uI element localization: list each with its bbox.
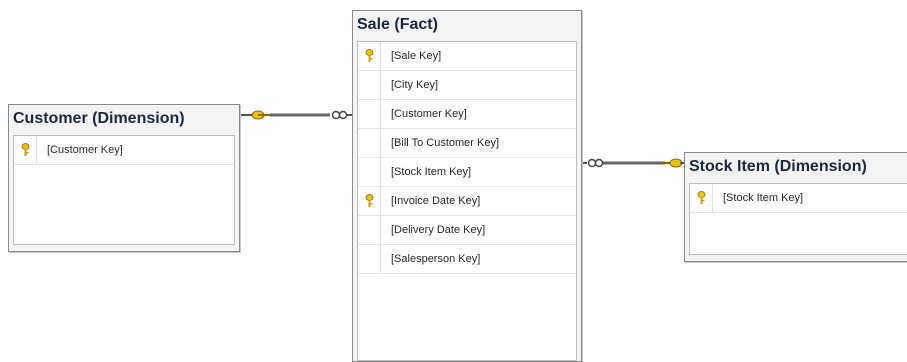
- column-name: [Invoice Date Key]: [391, 195, 481, 207]
- primary-key-icon: [358, 42, 381, 70]
- column-name: [Salesperson Key]: [391, 253, 481, 265]
- column-name: [Stock Item Key]: [391, 166, 472, 178]
- column-row[interactable]: [Sale Key]: [358, 42, 576, 71]
- column-row[interactable]: [Customer Key]: [358, 100, 576, 129]
- table-title: Customer (Dimension): [13, 110, 185, 127]
- column-list: [Customer Key]: [13, 135, 235, 245]
- column-name: [City Key]: [391, 79, 439, 91]
- table-sale-fact[interactable]: Sale (Fact) [Sale Key] [City Key] [Custo…: [352, 10, 582, 362]
- column-list: [Sale Key] [City Key] [Customer Key] [Bi…: [357, 41, 577, 361]
- table-title: Stock Item (Dimension): [689, 158, 867, 175]
- column-row[interactable]: [Customer Key]: [14, 136, 234, 165]
- column-list: [Stock Item Key]: [689, 183, 907, 255]
- column-name: [Sale Key]: [391, 50, 442, 62]
- diagram-canvas: Customer (Dimension) [Customer Key] Sale…: [0, 0, 907, 362]
- one-end-key-icon: [662, 158, 683, 168]
- column-row[interactable]: [Invoice Date Key]: [358, 187, 576, 216]
- row-gutter: [358, 158, 381, 186]
- column-name: [Stock Item Key]: [723, 192, 804, 204]
- column-name: [Delivery Date Key]: [391, 224, 486, 236]
- primary-key-icon: [14, 136, 37, 164]
- column-name: [Customer Key]: [391, 108, 467, 120]
- column-row[interactable]: [Stock Item Key]: [690, 184, 907, 213]
- relationship-sale-stock-item[interactable]: [580, 158, 684, 168]
- column-name: [Customer Key]: [47, 144, 123, 156]
- column-row[interactable]: [Stock Item Key]: [358, 158, 576, 187]
- table-title: Sale (Fact): [357, 16, 438, 33]
- relationship-customer-sale[interactable]: [238, 110, 352, 120]
- column-row[interactable]: [Salesperson Key]: [358, 245, 576, 274]
- row-gutter: [358, 129, 381, 157]
- column-row[interactable]: [Bill To Customer Key]: [358, 129, 576, 158]
- table-customer-dimension[interactable]: Customer (Dimension) [Customer Key]: [8, 104, 240, 252]
- many-end-infinity-icon: [587, 158, 604, 168]
- row-gutter: [358, 216, 381, 244]
- column-name: [Bill To Customer Key]: [391, 137, 500, 149]
- row-gutter: [358, 245, 381, 273]
- column-row[interactable]: [City Key]: [358, 71, 576, 100]
- primary-key-icon: [690, 184, 713, 212]
- primary-key-icon: [358, 187, 381, 215]
- one-end-key-icon: [251, 110, 272, 120]
- row-gutter: [358, 71, 381, 99]
- table-stock-item-dimension[interactable]: Stock Item (Dimension) [Stock Item Key]: [684, 152, 907, 262]
- many-end-infinity-icon: [331, 110, 348, 120]
- column-row[interactable]: [Delivery Date Key]: [358, 216, 576, 245]
- row-gutter: [358, 100, 381, 128]
